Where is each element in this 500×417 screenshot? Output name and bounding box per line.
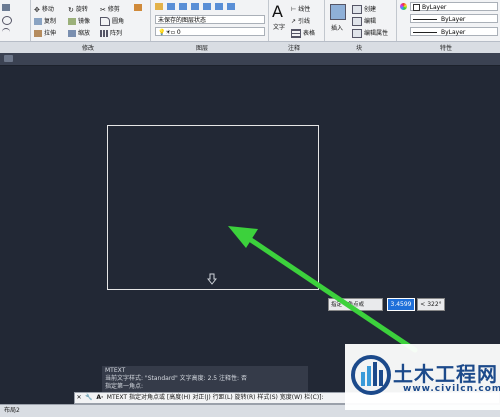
- text-a-icon: A·: [96, 394, 104, 401]
- close-icon[interactable]: ✕: [75, 393, 83, 403]
- watermark-url: www.civilcn.com: [403, 384, 500, 394]
- command-prompt: MTEXT 指定对角点或 [高度(H) 对正(J) 行距(L) 旋转(R) 样式…: [106, 394, 324, 401]
- watermark-title: 土木工程网: [393, 362, 498, 386]
- command-history: MTEXT 当前文字样式: "Standard" 文字高度: 2.5 注释性: …: [102, 366, 308, 392]
- watermark-logo: 土木工程网 www.civilcn.com: [345, 344, 500, 410]
- wrench-icon[interactable]: 🔧: [85, 393, 93, 403]
- tab-layout2[interactable]: 布局2: [4, 405, 20, 416]
- civilcn-logo-icon: [351, 355, 391, 395]
